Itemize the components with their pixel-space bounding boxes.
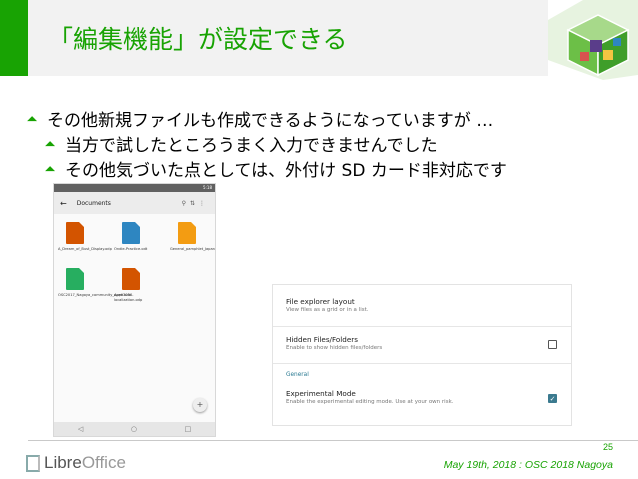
nav-recents-icon[interactable]: □ — [185, 425, 192, 433]
logo-office-text: Office — [81, 453, 126, 472]
file-item[interactable]: open3036-localization.odp — [114, 268, 154, 302]
bullet-item: その他新規ファイルも作成できるようになっていますが … — [27, 106, 494, 131]
setting-title: Hidden Files/Folders — [286, 335, 358, 344]
page-number: 25 — [602, 442, 613, 452]
phone-status-bar: 5:18 — [54, 184, 215, 192]
footer-note: May 19th, 2018 : OSC 2018 Nagoya — [443, 459, 613, 471]
divider — [273, 363, 571, 364]
setting-experimental-mode[interactable]: Experimental Mode Enable the experimenta… — [286, 389, 559, 405]
title-bar: 「編集機能」が設定できる — [0, 0, 638, 80]
experimental-mode-checkbox[interactable]: ✓ — [548, 394, 557, 403]
add-file-button[interactable]: + — [193, 398, 207, 412]
file-name: Ondie-Practice.odt — [114, 247, 148, 251]
bullet-text: 当方で試したところうまく入力できませんでした — [65, 136, 438, 156]
hidden-files-checkbox[interactable] — [548, 340, 557, 349]
bullet-text: その他気づいた点としては、外付け SD カード非対応です — [65, 161, 507, 181]
nav-home-icon[interactable]: ○ — [131, 425, 137, 433]
draw-doc-icon — [178, 222, 196, 244]
impress-doc-icon — [122, 268, 140, 290]
setting-title: Experimental Mode — [286, 389, 356, 398]
file-item[interactable]: Ondie-Practice.odt — [114, 222, 154, 252]
cube-logo-icon — [548, 0, 638, 80]
libreoffice-logo-icon — [26, 454, 40, 472]
bullet-arrow-icon — [27, 116, 38, 127]
impress-doc-icon — [66, 222, 84, 244]
bullet-item: その他気づいた点としては、外付け SD カード非対応です — [45, 156, 507, 181]
bullet-text: その他新規ファイルも作成できるようになっていますが … — [47, 111, 494, 131]
title-accent-bar — [0, 0, 28, 76]
bullet-arrow-icon — [45, 166, 56, 177]
phone-screenshot: 5:18 ← Documents ⚲⇅⋮ A_Dream_of_Bust_Dis… — [53, 183, 216, 437]
settings-panel: File explorer layout View files as a gri… — [272, 284, 572, 426]
writer-doc-icon — [122, 222, 140, 244]
slide-title: 「編集機能」が設定できる — [48, 25, 348, 54]
setting-subtitle: View files as a grid or in a list. — [286, 307, 369, 313]
calc-doc-icon — [66, 268, 84, 290]
file-name: General_pamphlet_Japanese.odg — [170, 247, 215, 251]
file-item[interactable]: General_pamphlet_Japanese.odg — [170, 222, 215, 252]
file-name: OSC2017_Nagoya_community_Appli.ods — [58, 293, 131, 297]
setting-title: File explorer layout — [286, 297, 355, 306]
file-name: open3036-localization.odp — [114, 293, 143, 302]
phone-toolbar-title: Documents — [76, 199, 111, 207]
logo-libre-text: Libre — [44, 453, 82, 472]
file-item[interactable]: A_Dream_of_Bust_Display.odp — [58, 222, 112, 252]
file-item[interactable]: OSC2017_Nagoya_community_Appli.ods — [58, 268, 131, 298]
back-arrow-icon[interactable]: ← — [60, 199, 67, 208]
setting-subtitle: Enable to show hidden files/folders — [286, 345, 383, 351]
bullet-arrow-icon — [45, 141, 56, 152]
file-name: A_Dream_of_Bust_Display.odp — [58, 247, 112, 251]
divider — [273, 326, 571, 327]
footer-divider — [28, 440, 638, 441]
phone-toolbar: ← Documents ⚲⇅⋮ — [54, 192, 215, 214]
phone-nav-bar: ◁ ○ □ — [54, 422, 215, 436]
file-grid: A_Dream_of_Bust_Display.odp Ondie-Practi… — [54, 214, 215, 394]
libreoffice-logo: LibreOffice — [26, 453, 126, 473]
setting-hidden-files[interactable]: Hidden Files/Folders Enable to show hidd… — [286, 335, 559, 351]
nav-back-icon[interactable]: ◁ — [78, 425, 83, 433]
setting-file-explorer-layout[interactable]: File explorer layout View files as a gri… — [286, 297, 559, 313]
section-label-general: General — [286, 372, 309, 378]
setting-subtitle: Enable the experimental editing mode. Us… — [286, 399, 454, 405]
toolbar-actions-icon[interactable]: ⚲⇅⋮ — [182, 200, 209, 207]
status-time: 5:18 — [203, 185, 212, 190]
bullet-item: 当方で試したところうまく入力できませんでした — [45, 131, 438, 156]
